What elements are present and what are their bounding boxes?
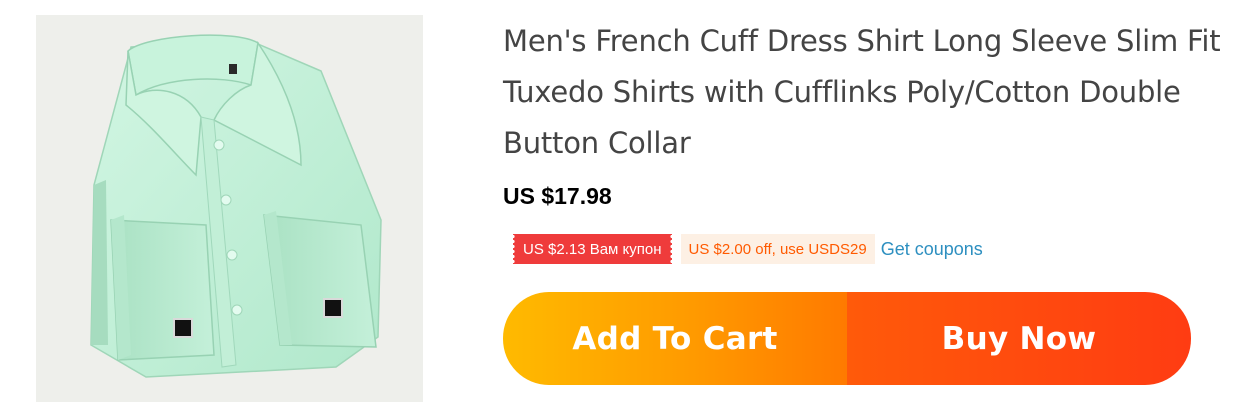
shirt-illustration: [90, 34, 382, 378]
product-title: Men's French Cuff Dress Shirt Long Sleev…: [503, 24, 1221, 160]
add-to-cart-button[interactable]: Add To Cart: [503, 292, 847, 385]
buy-now-button[interactable]: Buy Now: [847, 292, 1191, 385]
store-coupon-badge[interactable]: US $2.13 Вам купон: [511, 234, 674, 264]
get-coupons-link[interactable]: Get coupons: [881, 239, 983, 260]
product-image[interactable]: [36, 15, 423, 402]
coupon-row: US $2.13 Вам купон US $2.00 off, use USD…: [511, 234, 983, 264]
product-price: US $17.98: [503, 183, 612, 209]
purchase-actions: Add To Cart Buy Now: [503, 292, 1191, 385]
promo-code-badge[interactable]: US $2.00 off, use USDS29: [680, 234, 875, 264]
